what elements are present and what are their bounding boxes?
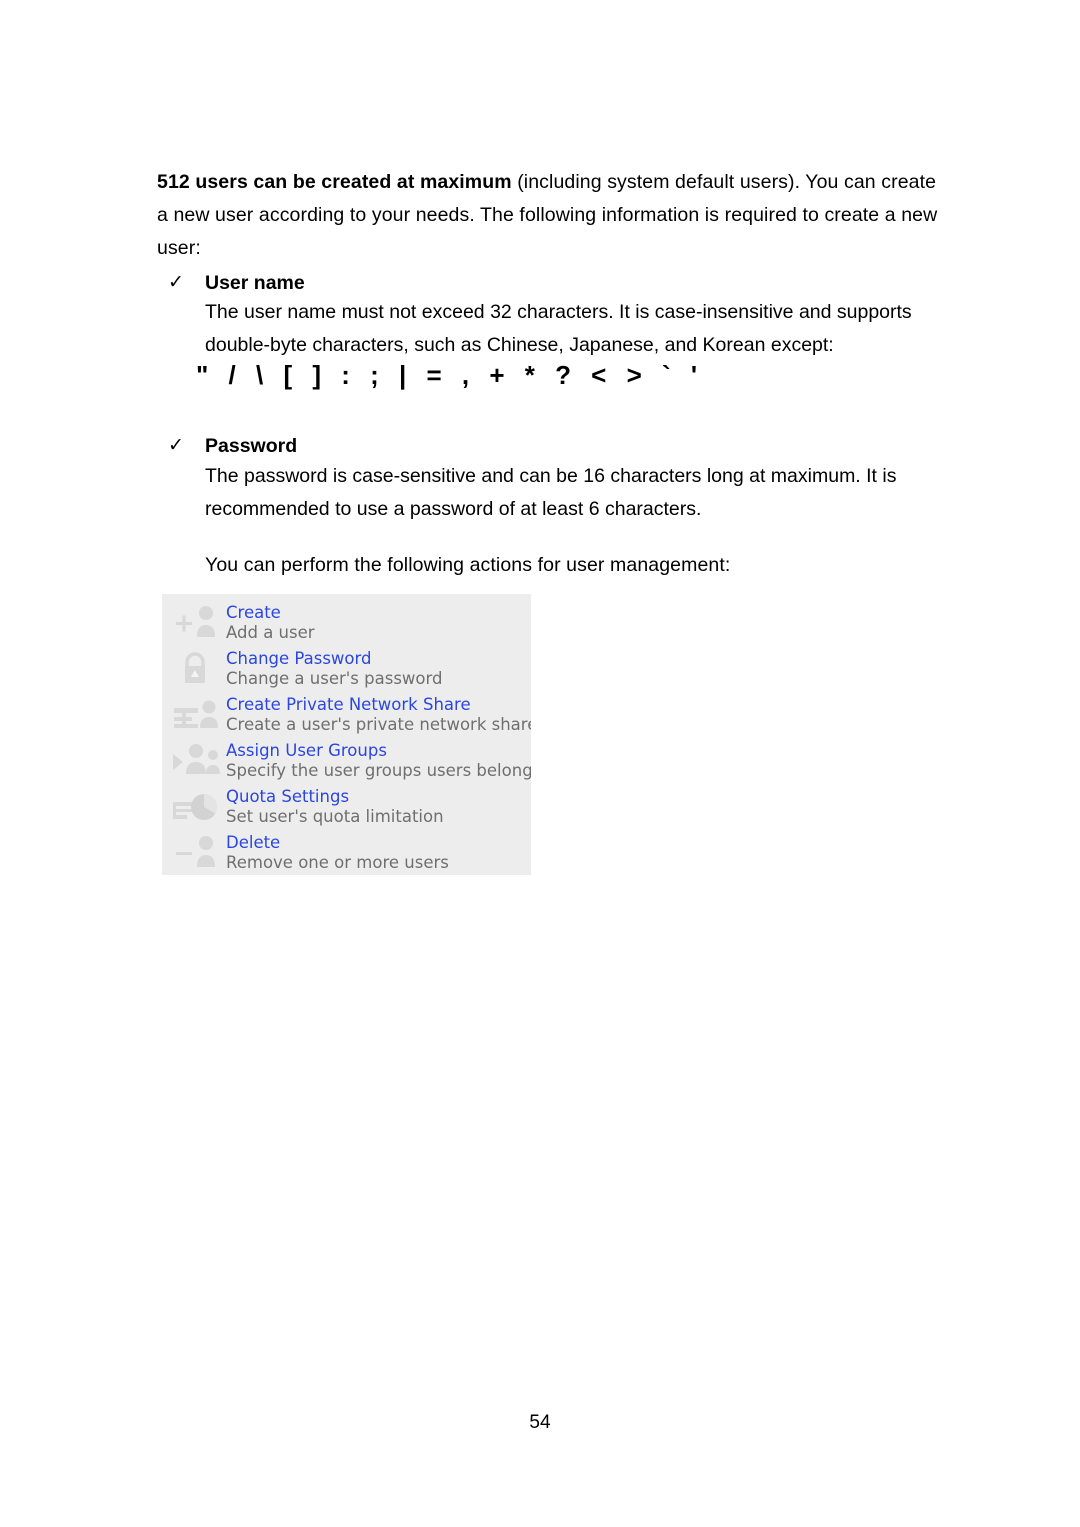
remove-user-icon [170,832,226,875]
action-text-create-network-share: Create Private Network Share Create a us… [226,694,531,735]
pie-chart-quota-icon [170,786,226,830]
checkmark-icon: ✓ [168,435,184,456]
password-description: The password is case-sensitive and can b… [205,465,897,520]
action-desc-delete: Remove one or more users [226,853,449,872]
action-row-assign-user-groups[interactable]: Assign User Groups Specify the user grou… [162,740,531,786]
action-row-quota-settings[interactable]: Quota Settings Set user's quota limitati… [162,786,531,832]
action-row-delete[interactable]: Delete Remove one or more users [162,832,531,875]
action-title-quota-settings[interactable]: Quota Settings [226,787,444,807]
action-desc-assign-user-groups: Specify the user groups users belong to [226,761,531,780]
bullet-label-password: Password [205,435,298,457]
action-title-create-network-share[interactable]: Create Private Network Share [226,695,531,715]
bullet-user-name: ✓ User name [168,268,305,298]
action-text-change-password: Change Password Change a user's password [226,648,442,689]
forbidden-characters-line: " / \ [ ] : ; | = , + * ? < > ` ' [196,360,704,390]
action-row-change-password[interactable]: Change Password Change a user's password [162,648,531,694]
action-text-quota-settings: Quota Settings Set user's quota limitati… [226,786,444,827]
action-desc-change-password: Change a user's password [226,669,443,688]
action-title-change-password[interactable]: Change Password [226,649,442,669]
add-user-icon [170,602,226,646]
document-page: 512 users can be created at maximum (inc… [0,0,1080,1527]
action-title-create[interactable]: Create [226,603,315,623]
intro-paragraph: 512 users can be created at maximum (inc… [157,166,947,265]
action-title-assign-user-groups[interactable]: Assign User Groups [226,741,531,761]
action-desc-create-network-share: Create a user's private network share [226,715,531,734]
action-desc-create: Add a user [226,623,315,642]
page-number: 54 [529,1412,551,1433]
actions-intro-paragraph: You can perform the following actions fo… [205,554,731,576]
action-row-create[interactable]: Create Add a user [162,602,531,648]
action-desc-quota-settings: Set user's quota limitation [226,807,444,826]
action-row-create-network-share[interactable]: Create Private Network Share Create a us… [162,694,531,740]
assign-group-arrow-icon [170,740,226,784]
bullet-password: ✓ Password [168,431,297,461]
intro-bold-lead: 512 users can be created at maximum [157,171,512,193]
padlock-icon [170,648,226,692]
user-name-description: The user name must not exceed 32 charact… [205,301,912,356]
bullet-label-user-name: User name [205,272,305,294]
action-text-assign-user-groups: Assign User Groups Specify the user grou… [226,740,531,781]
action-text-delete: Delete Remove one or more users [226,832,449,873]
action-text-create: Create Add a user [226,602,315,643]
checkmark-icon: ✓ [168,272,184,293]
user-management-actions-panel: Create Add a user Change Password Change… [162,594,531,875]
action-title-delete[interactable]: Delete [226,833,449,853]
network-share-user-icon [170,694,226,738]
